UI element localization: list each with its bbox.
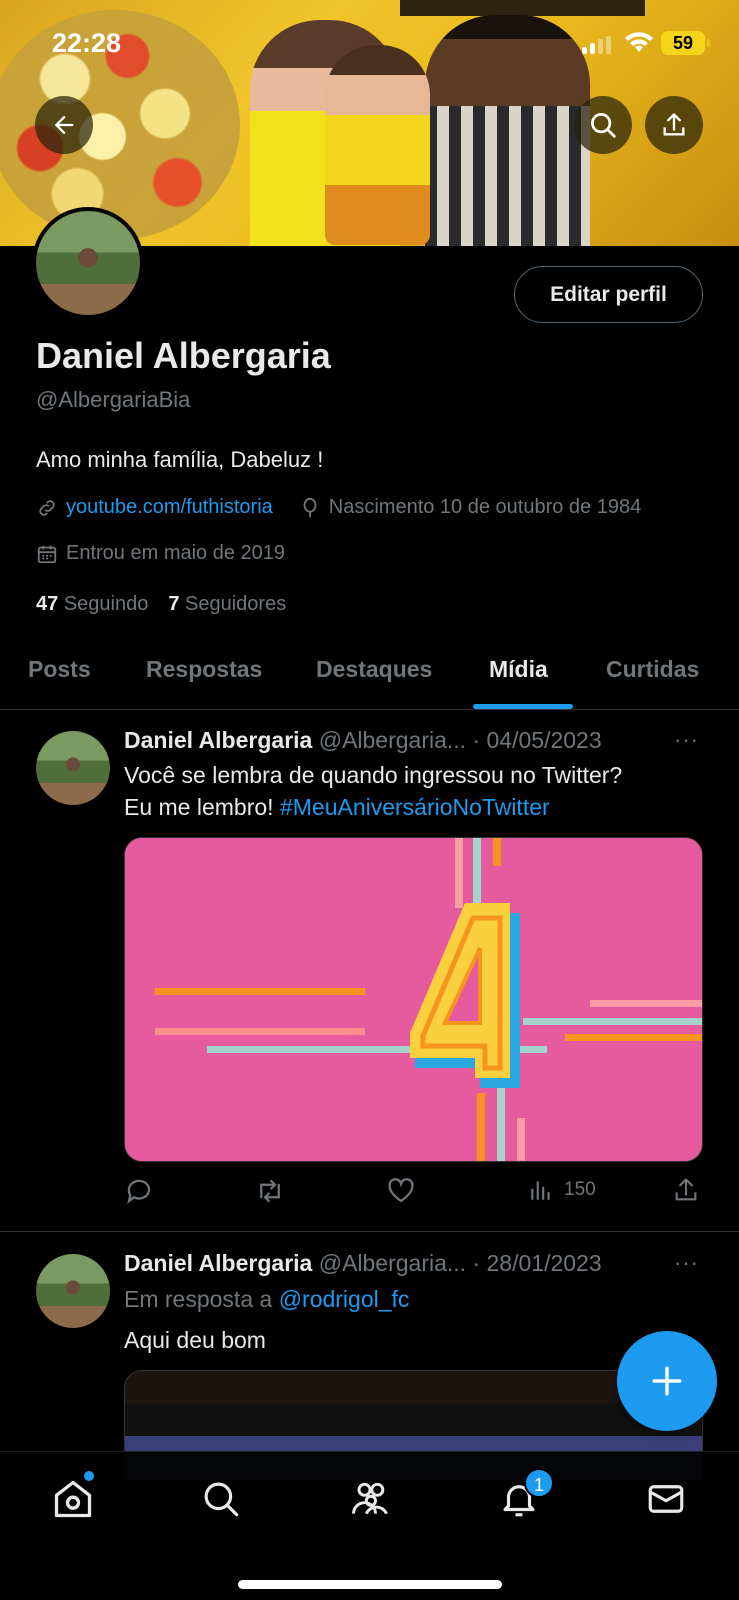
post-hashtag[interactable]: #MeuAniversárioNoTwitter <box>280 794 550 820</box>
tab-replies[interactable]: Respostas <box>146 656 262 683</box>
following-count: 47 <box>36 593 59 615</box>
edit-profile-button[interactable]: Editar perfil <box>514 266 703 323</box>
heart-icon <box>388 1178 414 1203</box>
status-bar: 22:28 59 <box>0 26 739 66</box>
search-icon <box>591 113 616 138</box>
reply-icon <box>127 1179 151 1204</box>
reply-button[interactable] <box>124 1176 154 1206</box>
mail-icon <box>648 1485 684 1513</box>
like-button[interactable] <box>386 1176 416 1206</box>
post-divider <box>0 1231 739 1232</box>
bottom-nav: 1 <box>0 1451 739 1600</box>
tab-highlights[interactable]: Destaques <box>316 656 432 683</box>
profile-handle: @AlbergariaBia <box>36 387 191 412</box>
banner-person-child <box>325 45 430 245</box>
post-text-line2: Eu me lembro! #MeuAniversárioNoTwitter <box>124 791 714 823</box>
compose-button[interactable] <box>617 1331 717 1431</box>
anniversary-4-graphic <box>125 838 702 1161</box>
post-text: Você se lembra de quando ingressou no Tw… <box>124 759 714 823</box>
share-icon <box>663 113 685 136</box>
tab-likes[interactable]: Curtidas <box>606 656 699 683</box>
signal-icon <box>582 36 611 54</box>
post-header: Daniel Albergaria @Albergaria... · 28/01… <box>124 1250 602 1277</box>
post-text-prefix: Eu me lembro! <box>124 794 280 820</box>
profile-tabs: Posts Respostas Destaques Mídia Curtidas <box>0 640 739 710</box>
balloon-icon <box>303 497 317 517</box>
nav-messages[interactable] <box>641 1474 691 1524</box>
post-author-name[interactable]: Daniel Albergaria <box>124 727 312 753</box>
search-button[interactable] <box>574 96 632 154</box>
followers-count: 7 <box>168 593 180 615</box>
tab-media[interactable]: Mídia <box>489 656 548 683</box>
share-button[interactable] <box>645 96 703 154</box>
profile-birthday: Nascimento 10 de outubro de 1984 <box>328 496 642 518</box>
nav-search[interactable] <box>196 1474 246 1524</box>
views-count: 150 <box>564 1179 596 1200</box>
calendar-icon <box>37 545 57 563</box>
link-icon <box>39 499 55 516</box>
profile-avatar[interactable] <box>32 207 144 319</box>
plus-icon <box>652 1366 682 1396</box>
home-icon <box>54 1480 92 1518</box>
post-handle-date: @Albergaria... · 28/01/2023 <box>318 1250 602 1276</box>
following-link[interactable]: 47 Seguindo <box>36 593 148 616</box>
follow-stats: 47 Seguindo 7 Seguidores <box>36 593 286 616</box>
post-header: Daniel Albergaria @Albergaria... · 04/05… <box>124 727 602 754</box>
active-tab-indicator <box>473 704 573 709</box>
nav-communities[interactable] <box>345 1474 395 1524</box>
arrow-left-icon <box>54 115 74 135</box>
reply-to-prefix: Em resposta a <box>124 1286 279 1312</box>
home-unread-dot <box>84 1471 94 1481</box>
repost-icon <box>260 1179 280 1203</box>
post-share-button[interactable] <box>672 1176 700 1204</box>
post-avatar[interactable] <box>36 731 110 805</box>
followers-label: Seguidores <box>185 593 287 615</box>
profile-joined: Entrou em maio de 2019 <box>66 542 286 564</box>
post-author-name[interactable]: Daniel Albergaria <box>124 1250 312 1276</box>
notifications-badge: 1 <box>524 1468 554 1498</box>
post-avatar[interactable] <box>36 1254 110 1328</box>
profile-link[interactable]: youtube.com/futhistoria <box>66 496 273 519</box>
post-media-image[interactable] <box>124 837 703 1162</box>
battery-tip <box>707 39 710 47</box>
communities-icon <box>352 1482 388 1515</box>
followers-link[interactable]: 7 Seguidores <box>168 593 286 616</box>
share-icon <box>675 1178 697 1201</box>
status-time: 22:28 <box>52 28 122 58</box>
post-handle-date: @Albergaria... · 04/05/2023 <box>318 727 602 753</box>
profile-joined-row: Entrou em maio de 2019 <box>36 542 285 565</box>
battery-indicator: 59 <box>661 31 705 55</box>
nav-home[interactable] <box>48 1474 98 1524</box>
post-actions: 150 <box>124 1176 703 1210</box>
post-more-button[interactable]: ··· <box>674 727 699 753</box>
wifi-icon <box>625 32 653 52</box>
reply-mention[interactable]: @rodrigol_fc <box>279 1286 410 1312</box>
tab-posts[interactable]: Posts <box>28 656 91 683</box>
search-icon <box>204 1482 239 1517</box>
views-button[interactable]: 150 <box>528 1176 596 1204</box>
views-icon <box>531 1181 550 1200</box>
back-button[interactable] <box>35 96 93 154</box>
post-reply-context: Em resposta a @rodrigol_fc <box>124 1283 714 1315</box>
following-label: Seguindo <box>63 593 149 615</box>
home-indicator[interactable] <box>238 1580 502 1589</box>
profile-name: Daniel Albergaria <box>36 335 331 376</box>
repost-button[interactable] <box>254 1176 286 1206</box>
profile-meta-row: youtube.com/futhistoria Nascimento 10 de… <box>36 496 641 519</box>
post-text-line1: Você se lembra de quando ingressou no Tw… <box>124 762 623 788</box>
post-more-button[interactable]: ··· <box>674 1250 699 1276</box>
profile-bio: Amo minha família, Dabeluz ! <box>36 447 324 472</box>
banner-frame <box>400 0 645 16</box>
